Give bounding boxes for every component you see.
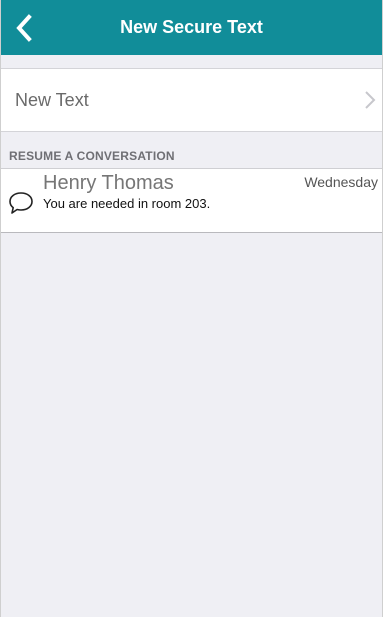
conversation-item[interactable]: Henry Thomas You are needed in room 203.… [1,168,382,233]
new-text-label: New Text [15,90,89,110]
chevron-right-icon [365,91,376,109]
conversation-preview: You are needed in room 203. [43,196,211,211]
conversation-date: Wednesday [304,174,378,190]
page-title: New Secure Text [120,17,263,37]
chat-bubble-icon [9,192,33,214]
new-text-button[interactable]: New Text [1,68,382,132]
header-bar: New Secure Text [1,0,382,55]
secure-text-screen: New Secure Text New Text RESUME A CONVER… [0,0,383,617]
section-header-resume: RESUME A CONVERSATION [9,149,175,163]
conversation-contact-name: Henry Thomas [43,172,174,194]
